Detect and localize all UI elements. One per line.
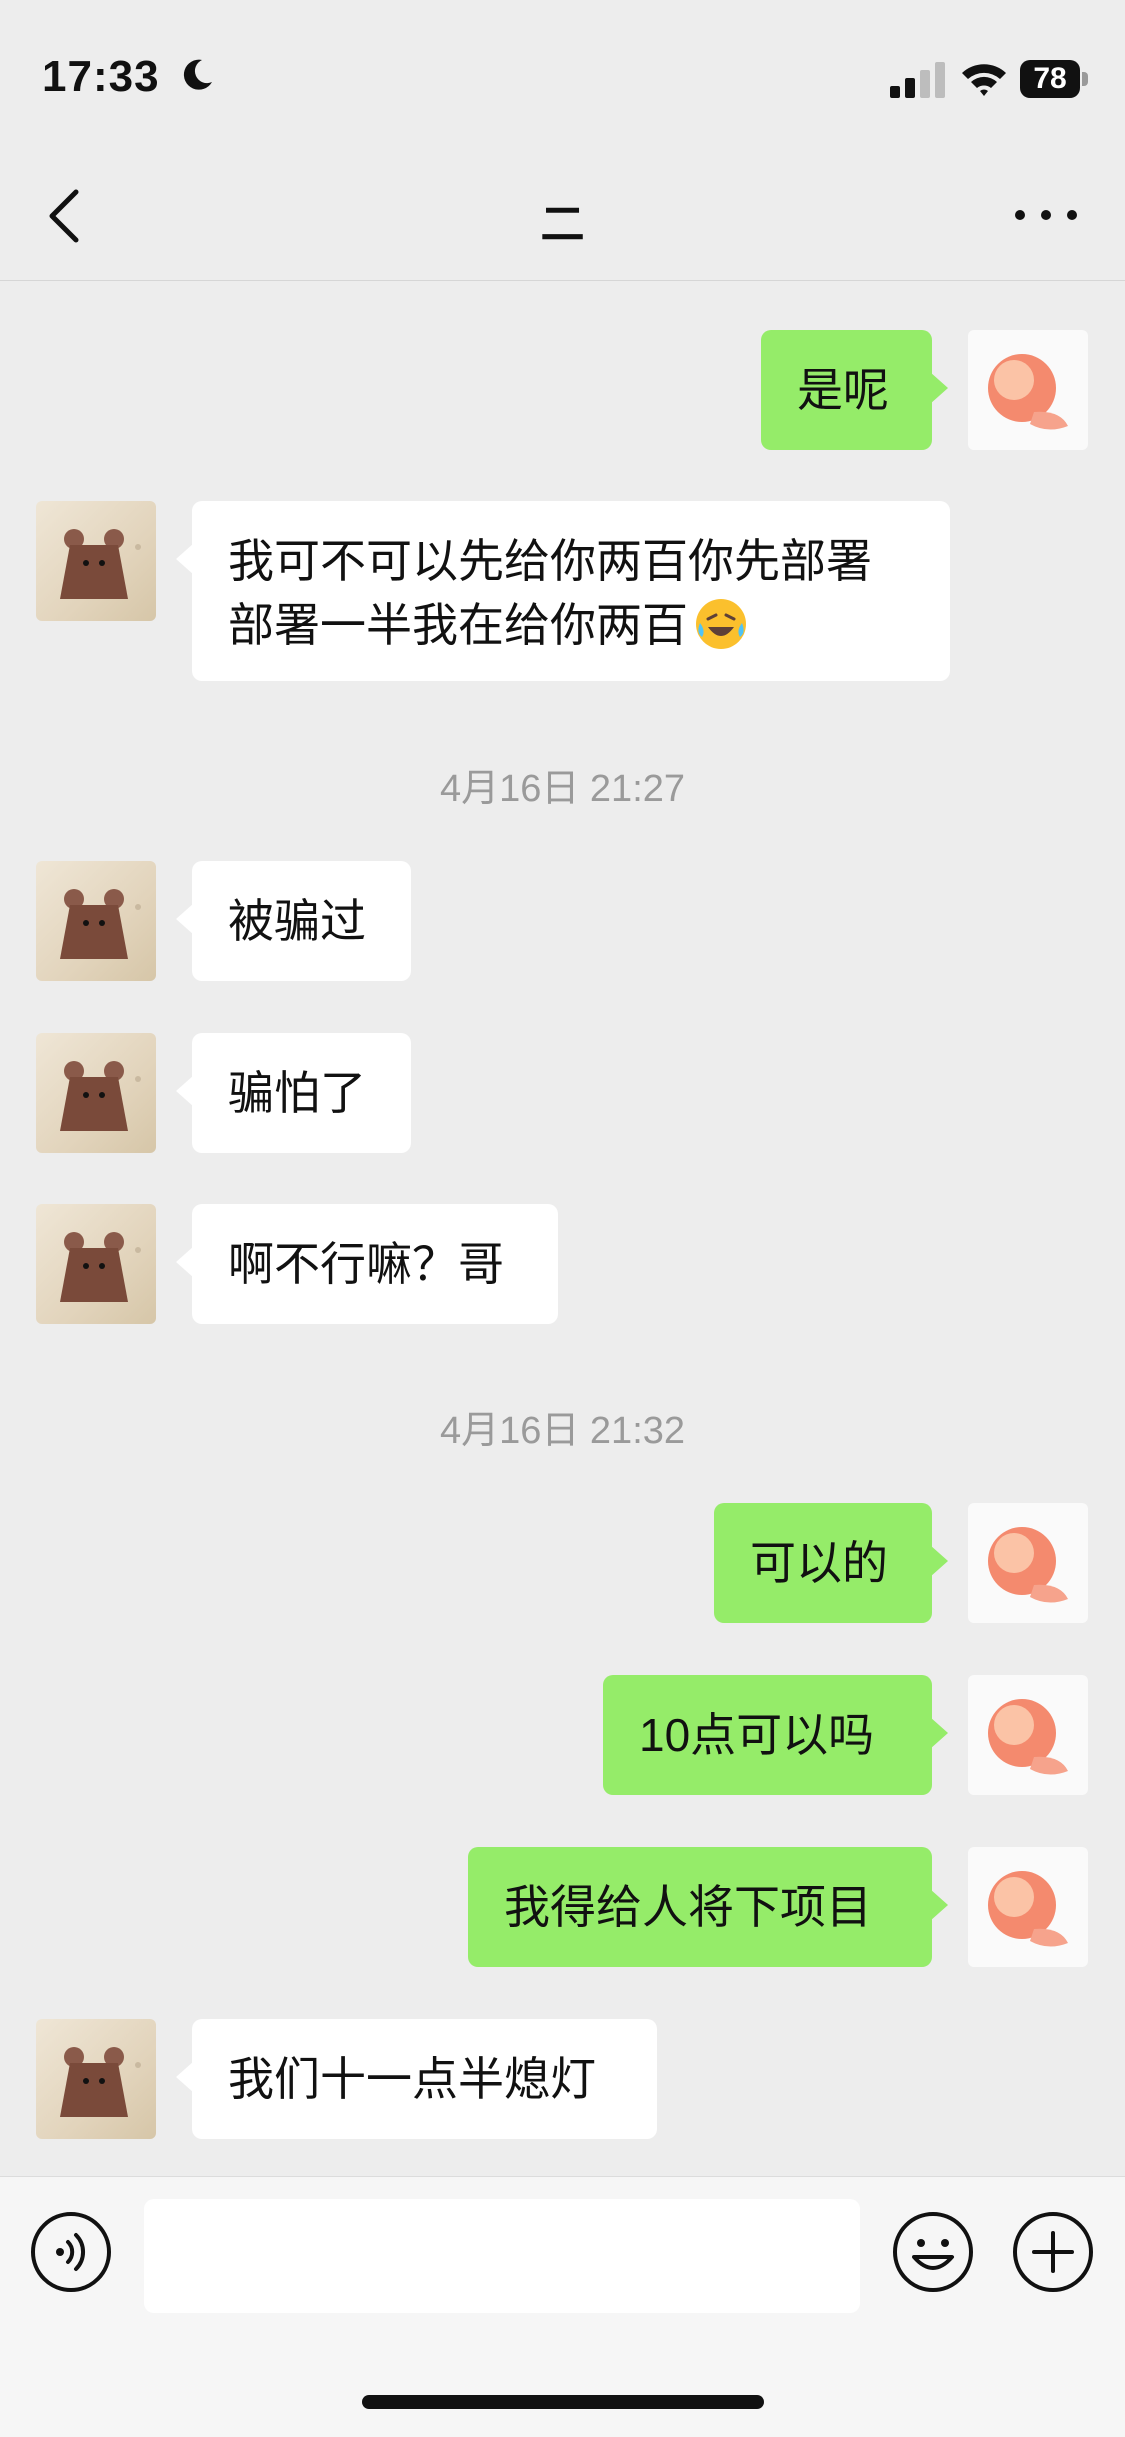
message-text: 啊不行嘛？哥 [228,1238,504,1290]
message-input[interactable] [144,2199,860,2313]
emoji-button[interactable] [892,2211,974,2293]
moon-icon [183,59,212,90]
message-bubble[interactable]: 我们十一点半熄灯 [176,2019,657,2139]
message-incoming: 被骗过 [0,861,1125,981]
avatar-contact[interactable] [36,1204,156,1324]
message-outgoing: 是呢 [0,330,1125,454]
mouse-icon [60,1232,141,1302]
message-text: 我们十一点半熄灯 [228,2053,596,2105]
message-bubble[interactable]: 是呢 [761,330,948,450]
message-bubble[interactable]: 10点可以吗 [603,1675,948,1795]
peach-icon [988,1527,1068,1603]
laughing-tears-emoji [696,599,746,649]
status-time: 17:33 [42,52,160,101]
message-outgoing: 我得给人将下项目 [0,1847,1125,1967]
battery-level: 78 [1020,60,1080,98]
message-text: 被骗过 [228,895,366,947]
mouse-icon [60,889,141,959]
avatar-contact[interactable] [36,861,156,981]
mouse-icon [60,529,141,599]
message-bubble[interactable]: 我得给人将下项目 [468,1847,948,1967]
home-indicator[interactable] [362,2395,764,2409]
mouse-icon [60,2047,141,2117]
peach-icon [988,354,1068,430]
avatar-contact[interactable] [36,2019,156,2139]
nav-bar: 二 [0,150,1125,281]
avatar-self[interactable] [968,1847,1088,1967]
avatar-self[interactable] [968,1675,1088,1795]
avatar-self[interactable] [968,1503,1088,1623]
message-outgoing: 10点可以吗 [0,1675,1125,1795]
message-text: 是呢 [797,364,889,416]
time-divider: 4月16日 21:27 [439,768,686,810]
message-text-line: 部署一半我在给你两百 [228,599,688,651]
chat-title: 二 [540,200,585,249]
message-incoming: 我们十一点半熄灯 [0,2019,1125,2139]
battery-tip [1082,72,1088,86]
battery-icon: 78 [1020,60,1088,100]
chat-area[interactable]: 是呢 我可不可以先给你两百你先部署 部署一半我在给你两百 4月16日 21:27… [0,281,1125,2176]
message-bubble[interactable]: 啊不行嘛？哥 [176,1204,558,1324]
avatar-contact[interactable] [36,501,156,621]
message-incoming: 我可不可以先给你两百你先部署 部署一半我在给你两百 [0,501,1125,681]
more-button[interactable] [1010,200,1082,230]
mouse-icon [60,1061,141,1131]
message-text: 我得给人将下项目 [504,1881,872,1933]
time-divider: 4月16日 21:32 [439,1410,686,1452]
message-text: 骗怕了 [228,1067,366,1119]
message-bubble[interactable]: 骗怕了 [176,1033,411,1153]
plus-button[interactable] [1012,2211,1094,2293]
message-bubble[interactable]: 可以的 [714,1503,948,1623]
message-text: 10点可以吗 [639,1709,875,1761]
signal-icon [890,62,945,98]
message-text: 可以的 [750,1537,888,1589]
message-bubble[interactable]: 被骗过 [176,861,411,981]
input-bar [0,2176,1125,2437]
peach-icon [988,1871,1068,1947]
peach-icon [988,1699,1068,1775]
message-bubble[interactable]: 我可不可以先给你两百你先部署 部署一半我在给你两百 [176,501,950,681]
wifi-icon [962,64,1006,96]
status-bar: 17:33 78 [0,0,1125,150]
avatar-self[interactable] [968,330,1088,450]
voice-button[interactable] [30,2211,112,2293]
avatar-contact[interactable] [36,1033,156,1153]
message-outgoing: 可以的 [0,1503,1125,1623]
message-incoming: 啊不行嘛？哥 [0,1204,1125,1324]
message-incoming: 骗怕了 [0,1033,1125,1153]
message-text-line: 我可不可以先给你两百你先部署 [228,535,872,587]
